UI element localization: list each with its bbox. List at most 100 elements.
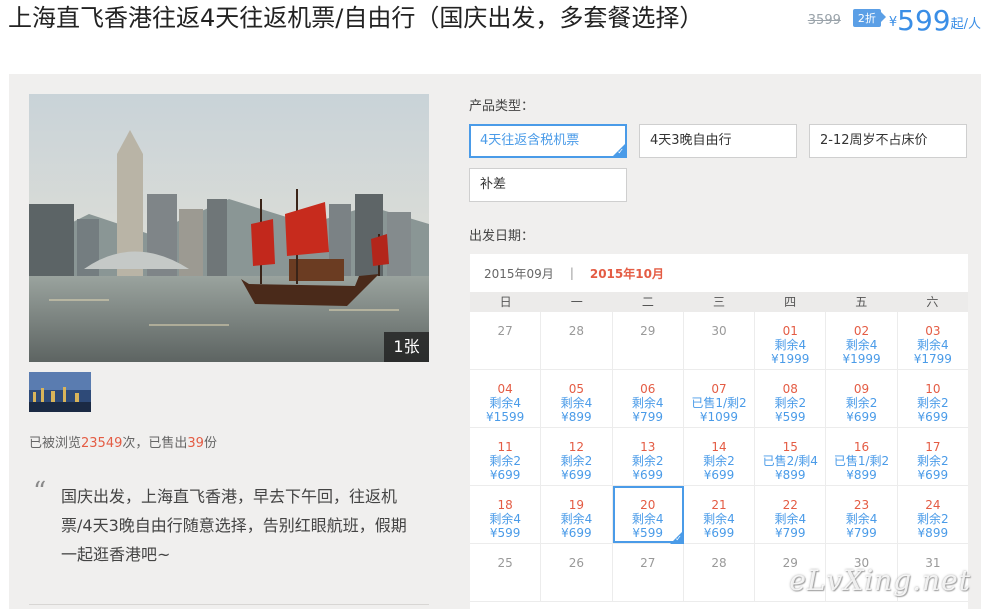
product-panel: 1张 已被浏览23549次，已售出39份 “ 国庆出发，上海直飞香港，早去下午回… bbox=[9, 74, 981, 609]
day-number: 19 bbox=[568, 498, 585, 512]
product-description: 国庆出发，上海直飞香港，早去下午回，往返机票/4天3晚自由行随意选择，告别红眼航… bbox=[61, 487, 407, 564]
product-type-option-round-trip[interactable]: 4天往返含税机票 ✓ bbox=[469, 124, 627, 158]
day-price: ¥1599 bbox=[486, 410, 525, 424]
day-number: 07 bbox=[711, 382, 727, 396]
calendar-day-cell[interactable]: 22 剩余4 ¥799 bbox=[755, 486, 827, 543]
day-stock: 剩余4 bbox=[560, 512, 593, 526]
calendar-day-cell[interactable]: 23 剩余4 ¥799 bbox=[826, 486, 898, 543]
stats-mid: 次，已售出 bbox=[122, 436, 188, 451]
current-price: 599 bbox=[897, 4, 951, 37]
day-price: ¥799 bbox=[774, 526, 806, 540]
calendar-day-cell[interactable]: 01 剩余4 ¥1999 bbox=[755, 312, 827, 369]
calendar-day-cell[interactable]: 16 已售1/剩2 ¥899 bbox=[826, 428, 898, 485]
day-number: 01 bbox=[782, 324, 798, 338]
calendar-day-cell[interactable]: 07 已售1/剩2 ¥1099 bbox=[684, 370, 756, 427]
calendar-day-cell[interactable]: 10 剩余2 ¥699 bbox=[898, 370, 968, 427]
month-separator: | bbox=[569, 266, 574, 280]
day-number: 03 bbox=[925, 324, 941, 338]
prev-month-tab[interactable]: 2015年09月 bbox=[484, 265, 554, 282]
day-number: 05 bbox=[568, 382, 585, 396]
day-stock: 已售2/剩4 bbox=[762, 454, 818, 468]
calendar-day-cell[interactable]: 05 剩余4 ¥899 bbox=[541, 370, 613, 427]
calendar-day-cell[interactable]: 20 剩余4 ¥599 ✓ bbox=[612, 486, 684, 544]
calendar-day-cell[interactable]: 18 剩余4 ¥599 bbox=[470, 486, 542, 543]
original-price: 3599 bbox=[807, 13, 841, 28]
calendar-day-cell[interactable]: 02 剩余4 ¥1999 bbox=[826, 312, 898, 369]
day-price: ¥699 bbox=[561, 526, 592, 540]
day-price: ¥899 bbox=[561, 410, 592, 424]
day-stock: 剩余2 bbox=[917, 512, 949, 526]
calendar-day-cell[interactable]: 15 已售2/剩4 ¥899 bbox=[755, 428, 827, 485]
calendar-week-row: 11 剩余2 ¥699 12 剩余2 ¥699 13 剩余2 ¥699 14 剩余2 ¥699 15 已售… bbox=[470, 428, 968, 486]
day-number: 18 bbox=[497, 498, 513, 512]
day-stock: 剩余2 bbox=[845, 396, 878, 410]
photo-thumbnail[interactable] bbox=[29, 372, 91, 412]
day-number: 28 bbox=[568, 324, 585, 338]
day-stock: 剩余4 bbox=[703, 512, 735, 526]
day-stock: 剩余4 bbox=[845, 512, 878, 526]
calendar-day-cell[interactable]: 11 剩余2 ¥699 bbox=[470, 428, 542, 485]
day-stock: 剩余2 bbox=[917, 454, 949, 468]
weekday-label: 二 bbox=[641, 295, 654, 309]
day-price: ¥699 bbox=[917, 468, 949, 482]
view-count: 23549 bbox=[81, 436, 123, 451]
day-price: ¥699 bbox=[561, 468, 592, 482]
calendar-day-cell[interactable]: 19 剩余4 ¥699 bbox=[541, 486, 613, 543]
calendar-day-cell[interactable]: 06 剩余4 ¥799 bbox=[613, 370, 684, 427]
day-price: ¥699 bbox=[632, 468, 663, 482]
product-type-option-supplement[interactable]: 补差 bbox=[469, 168, 627, 202]
price-unit: 起/人 bbox=[950, 17, 981, 32]
day-stock: 已售1/剩2 bbox=[833, 454, 890, 468]
day-stock: 剩余4 bbox=[489, 396, 521, 410]
weekday-label: 五 bbox=[855, 295, 868, 309]
day-number: 27 bbox=[497, 324, 513, 338]
product-type-option-child-no-bed[interactable]: 2-12周岁不占床价 bbox=[809, 124, 967, 158]
day-number: 02 bbox=[853, 324, 870, 338]
weekday-label: 日 bbox=[499, 295, 512, 309]
day-stock: 剩余4 bbox=[774, 338, 807, 352]
day-number: 23 bbox=[853, 498, 870, 512]
calendar-day-cell: 28 bbox=[541, 312, 613, 369]
calendar-week-row: 27 28 29 30 01 剩余4 ¥1999 02 剩余4 ¥1999 03 剩余4 ¥1799 bbox=[470, 312, 968, 370]
day-number: 04 bbox=[497, 382, 513, 396]
day-stock: 剩余4 bbox=[560, 396, 593, 410]
calendar-week-row: 18 剩余4 ¥599 19 剩余4 ¥699 20 剩余4 ¥599 ✓ 21 剩余4 ¥699 22 剩… bbox=[470, 486, 968, 544]
day-number: 13 bbox=[640, 440, 656, 454]
day-number: 26 bbox=[568, 556, 585, 570]
calendar-month-nav: 2015年09月 | 2015年10月 bbox=[470, 254, 968, 292]
calendar-day-cell[interactable]: 12 剩余2 ¥699 bbox=[541, 428, 613, 485]
calendar-day-cell[interactable]: 08 剩余2 ¥599 bbox=[755, 370, 827, 427]
option-label: 补差 bbox=[480, 177, 507, 192]
calendar-day-cell[interactable]: 24 剩余2 ¥899 bbox=[898, 486, 968, 543]
calendar-day-cell[interactable]: 21 剩余4 ¥699 bbox=[684, 486, 756, 543]
main-photo[interactable]: 1张 bbox=[29, 94, 429, 362]
calendar-day-cell[interactable]: 17 剩余2 ¥699 bbox=[898, 428, 968, 485]
calendar-day-cell[interactable]: 04 剩余4 ¥1599 bbox=[470, 370, 542, 427]
calendar-day-cell[interactable]: 13 剩余2 ¥699 bbox=[613, 428, 684, 485]
calendar-day-cell[interactable]: 14 剩余2 ¥699 bbox=[684, 428, 756, 485]
calendar-day-cell[interactable]: 03 剩余4 ¥1799 bbox=[898, 312, 968, 369]
day-stock: 剩余2 bbox=[631, 454, 664, 468]
day-price: ¥899 bbox=[846, 468, 877, 482]
day-price: ¥1799 bbox=[913, 352, 952, 366]
day-stock: 剩余2 bbox=[489, 454, 521, 468]
product-type-option-free-travel[interactable]: 4天3晚自由行 bbox=[639, 124, 797, 158]
day-number: 22 bbox=[782, 498, 798, 512]
photo-count: 1张 bbox=[384, 332, 429, 362]
product-type-label: 产品类型： bbox=[469, 99, 535, 114]
departure-calendar: 2015年09月 | 2015年10月 日 一 二 三 四 五 六 27 28 29… bbox=[470, 254, 968, 609]
weekday-label: 六 bbox=[926, 295, 939, 309]
day-price: ¥1999 bbox=[771, 352, 810, 366]
weekday-header: 日 一 二 三 四 五 六 bbox=[470, 292, 968, 312]
day-number: 20 bbox=[640, 498, 656, 512]
day-number: 16 bbox=[853, 440, 870, 454]
divider bbox=[29, 604, 429, 605]
calendar-day-cell[interactable]: 09 剩余2 ¥699 bbox=[826, 370, 898, 427]
day-price: ¥699 bbox=[917, 410, 949, 424]
current-month-tab[interactable]: 2015年10月 bbox=[590, 265, 664, 282]
option-label: 4天3晚自由行 bbox=[650, 133, 732, 148]
calendar-day-cell: 27 bbox=[470, 312, 542, 369]
calendar-day-cell: 25 bbox=[470, 544, 542, 601]
sold-count: 39 bbox=[187, 436, 204, 451]
quote-icon: “ bbox=[33, 477, 47, 507]
